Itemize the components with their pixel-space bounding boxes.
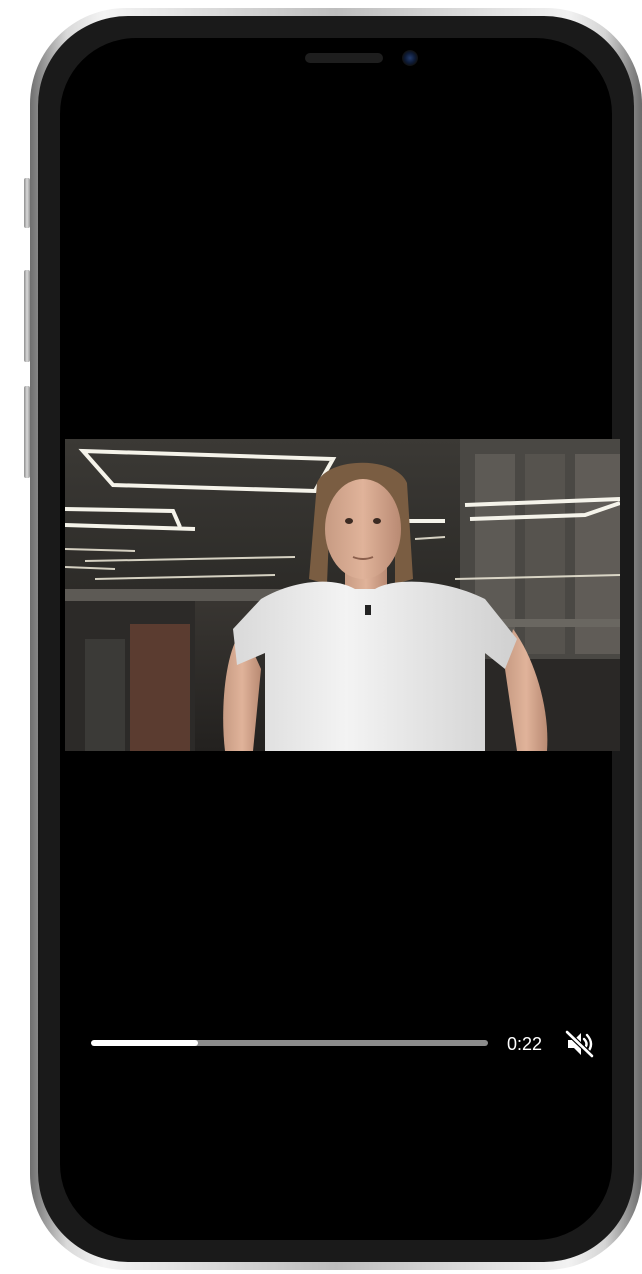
front-camera-icon — [402, 50, 418, 66]
elapsed-time-label: 0:22 — [507, 1034, 543, 1054]
earpiece-speaker — [305, 53, 383, 63]
mute-toggle-button[interactable] — [564, 1029, 595, 1059]
video-progress-bar[interactable] — [91, 1040, 488, 1046]
silent-switch — [24, 178, 30, 228]
video-progress-fill — [91, 1040, 199, 1046]
volume-down-button — [24, 386, 30, 478]
video-player[interactable] — [65, 439, 620, 751]
video-frame-image — [65, 439, 620, 751]
speaker-muted-icon — [564, 1029, 595, 1059]
volume-up-button — [24, 270, 30, 362]
